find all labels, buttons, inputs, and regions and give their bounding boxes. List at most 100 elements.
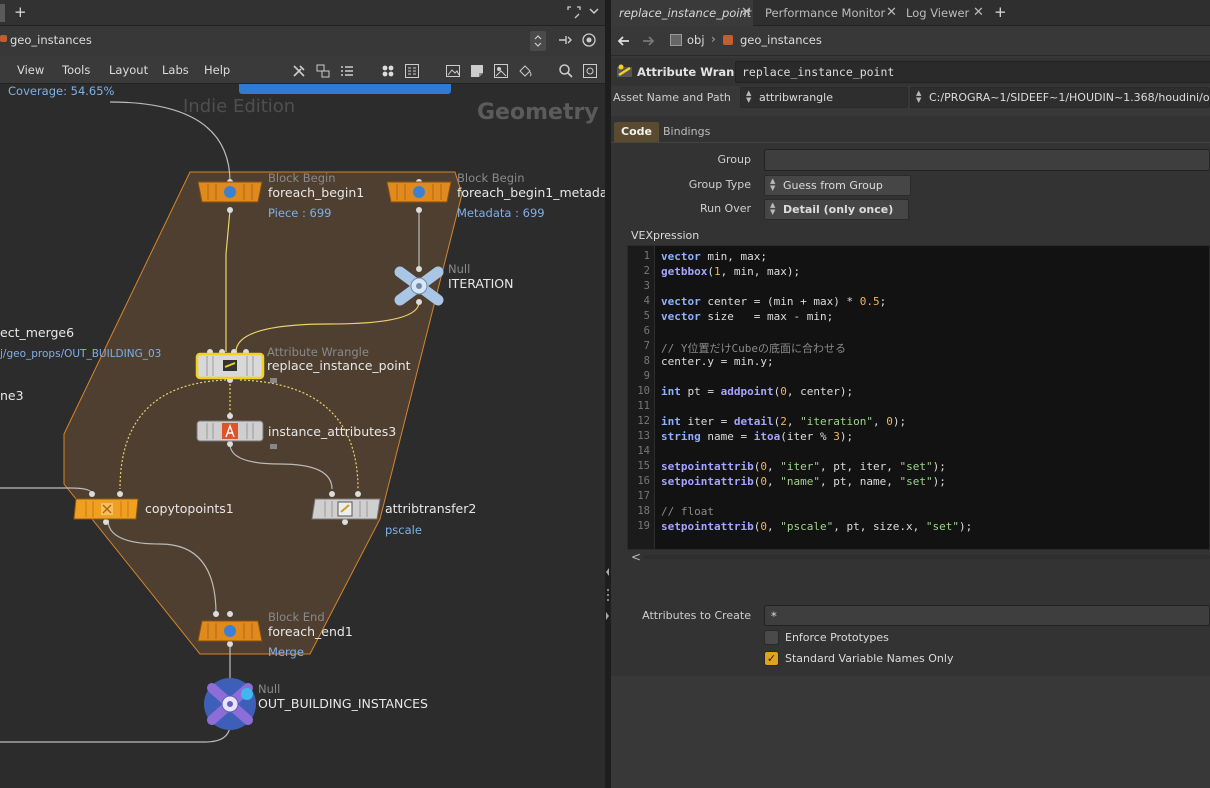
asset-path-field[interactable]: ▲ ▼ C:/PROGRA~1/SIDEEF~1/HOUDIN~1.368/hou… xyxy=(910,87,1210,108)
image-icon[interactable] xyxy=(445,63,461,82)
asset-label: Asset Name and Path xyxy=(613,91,731,104)
code-line[interactable]: setpointattrib(0, "pscale", pt, size.x, … xyxy=(661,520,972,533)
close-icon[interactable]: ✕ xyxy=(973,5,984,20)
horizontal-scrollbar[interactable] xyxy=(643,555,1210,559)
target-icon[interactable] xyxy=(581,32,597,51)
node-type-label: Null xyxy=(258,682,281,696)
active-tab-edge[interactable] xyxy=(0,4,5,22)
scroll-left-button[interactable]: < xyxy=(631,550,641,564)
code-line[interactable]: center.y = min.y; xyxy=(661,355,774,368)
paint-icon[interactable] xyxy=(517,63,533,82)
node-type-label: Block Begin xyxy=(457,171,525,185)
foreach-begin1-node xyxy=(197,181,263,203)
partial-node-name[interactable]: ne3 xyxy=(0,388,24,403)
edition-watermark: Indie Edition xyxy=(183,96,296,117)
network-path-bar: geo_instances xyxy=(0,26,605,56)
node-info-label: pscale xyxy=(385,523,422,537)
node-name-field[interactable]: replace_instance_point xyxy=(735,61,1210,83)
menu-view[interactable]: View xyxy=(17,63,44,77)
close-icon[interactable]: ✕ xyxy=(741,5,752,20)
standard-varnames-label: Standard Variable Names Only xyxy=(785,652,954,665)
attributes-to-create-field[interactable]: * xyxy=(764,605,1210,626)
network-boxes-icon[interactable] xyxy=(315,63,331,82)
frame-all-icon[interactable] xyxy=(582,63,598,82)
maximize-icon[interactable] xyxy=(567,6,581,19)
code-line[interactable]: string name = itoa(iter % 3); xyxy=(661,430,853,443)
node-type-label: Null xyxy=(448,262,471,276)
add-tab-button[interactable]: + xyxy=(994,3,1007,21)
enforce-prototypes-checkbox[interactable] xyxy=(764,630,779,645)
network-canvas[interactable]: Coverage: 54.65% Indie Edition Geometry … xyxy=(0,84,605,788)
search-icon[interactable] xyxy=(558,63,574,82)
spinner-icon: ▲ ▼ xyxy=(746,89,752,104)
menu-labs[interactable]: Labs xyxy=(162,63,189,77)
close-icon[interactable]: ✕ xyxy=(886,5,897,20)
node-name-label[interactable]: foreach_begin1 xyxy=(268,185,364,200)
back-arrow-icon[interactable] xyxy=(617,34,631,51)
code-line[interactable]: getbbox(1, min, max); xyxy=(661,265,800,278)
node-name-label[interactable]: replace_instance_point xyxy=(267,358,411,373)
code-line[interactable]: setpointattrib(0, "iter", pt, iter, "set… xyxy=(661,460,946,473)
wrangle-node-icon xyxy=(616,63,633,83)
asset-path-value: C:/PROGRA~1/SIDEEF~1/HOUDIN~1.368/houdin… xyxy=(929,91,1210,104)
standard-varnames-checkbox[interactable]: ✓ xyxy=(764,651,779,666)
tab-log-viewer[interactable]: Log Viewer xyxy=(898,0,978,26)
tree-view-icon[interactable] xyxy=(404,63,420,82)
code-line[interactable]: vector min, max; xyxy=(661,250,767,263)
geo-icon xyxy=(723,35,733,45)
node-name-label[interactable]: ITERATION xyxy=(448,276,514,291)
run-over-dropdown[interactable]: ▲ ▼ Detail (only once) xyxy=(764,199,909,220)
group-type-dropdown[interactable]: ▲ ▼ Guess from Group xyxy=(764,175,911,196)
tab-code[interactable]: Code xyxy=(614,122,659,142)
enforce-prototypes-label: Enforce Prototypes xyxy=(785,631,889,644)
add-tab-button[interactable]: + xyxy=(14,3,27,21)
group-field[interactable] xyxy=(764,149,1210,171)
code-line[interactable]: // Y位置だけCubeの底面に合わせる xyxy=(661,340,846,356)
asset-name-field[interactable]: ▲ ▼ attribwrangle xyxy=(740,87,908,108)
wrench-icon[interactable] xyxy=(291,63,307,82)
parameter-pane[interactable]: replace_instance_point ✕ Performance Mon… xyxy=(611,0,1210,788)
node-name-label[interactable]: OUT_BUILDING_INSTANCES xyxy=(258,696,428,711)
breadcrumb-current[interactable]: geo_instances xyxy=(740,33,822,47)
tab-performance-monitor[interactable]: Performance Monitor xyxy=(757,0,887,26)
code-line[interactable]: vector center = (min + max) * 0.5; xyxy=(661,295,886,308)
node-name-label[interactable]: attribtransfer2 xyxy=(385,501,476,516)
tab-replace-instance-point[interactable]: replace_instance_point xyxy=(611,0,753,26)
line-number: 1 xyxy=(643,250,650,262)
line-number: 19 xyxy=(637,520,650,532)
tab-bindings[interactable]: Bindings xyxy=(656,122,717,142)
partial-node-name[interactable]: ect_merge6 xyxy=(0,325,74,340)
code-line[interactable]: setpointattrib(0, "name", pt, name, "set… xyxy=(661,475,946,488)
node-name-label[interactable]: copytopoints1 xyxy=(145,501,234,516)
line-number-gutter: 1 2 3 4 5 6 7 8 9 10 11 12 13 14 15 16 17 18 19 xyxy=(628,246,655,549)
menu-layout[interactable]: Layout xyxy=(109,63,148,77)
menu-help[interactable]: Help xyxy=(204,63,230,77)
run-over-value: Detail (only once) xyxy=(783,203,894,216)
path-dropdown-button[interactable] xyxy=(530,31,546,51)
sticky-note-icon[interactable] xyxy=(469,63,485,82)
instance-attributes3-node xyxy=(196,420,264,442)
replace-instance-point-node xyxy=(195,352,265,380)
network-editor-pane[interactable]: + geo_instances View Tools Layout Labs H… xyxy=(0,0,605,788)
grid-dots-icon[interactable] xyxy=(380,63,396,82)
chevron-down-icon[interactable] xyxy=(588,5,600,20)
tab-divider xyxy=(611,142,1210,143)
forward-arrow-icon[interactable] xyxy=(641,34,655,51)
node-name-label[interactable]: foreach_end1 xyxy=(268,624,353,639)
node-name-label[interactable]: foreach_begin1_metada xyxy=(457,185,605,200)
path-label[interactable]: geo_instances xyxy=(10,33,92,47)
breadcrumb-root[interactable]: obj xyxy=(687,33,705,47)
vex-code-editor[interactable]: 1 2 3 4 5 6 7 8 9 10 11 12 13 14 15 16 17 18 19 vector min… xyxy=(627,245,1210,550)
pin-icon[interactable] xyxy=(557,33,573,50)
node-name-label[interactable]: instance_attributes3 xyxy=(268,424,396,439)
menu-tools[interactable]: Tools xyxy=(62,63,90,77)
code-line[interactable]: int pt = addpoint(0, center); xyxy=(661,385,853,398)
code-line[interactable]: // float xyxy=(661,505,714,518)
code-line[interactable]: vector size = max - min; xyxy=(661,310,833,323)
foreach-begin1-metadata-node xyxy=(386,181,452,203)
background-image-icon[interactable] xyxy=(493,63,509,82)
list-view-icon[interactable] xyxy=(339,63,355,82)
selection-bar xyxy=(239,84,451,94)
parameter-path-bar: obj › geo_instances xyxy=(611,26,1210,56)
code-line[interactable]: int iter = detail(2, "iteration", 0); xyxy=(661,415,906,428)
